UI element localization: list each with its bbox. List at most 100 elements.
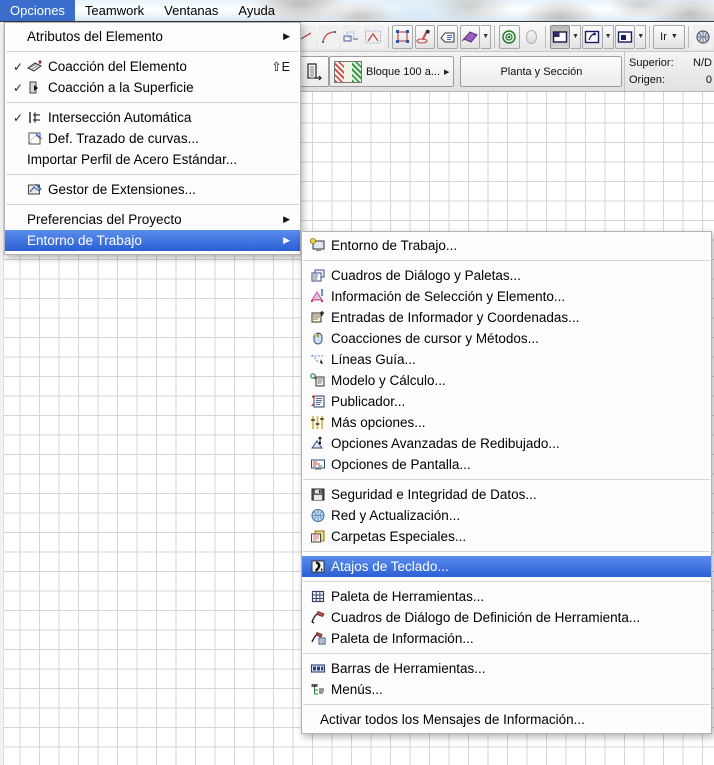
arc-tool-icon[interactable] [318, 24, 339, 49]
menubar-item-teamwork[interactable]: Teamwork [75, 0, 154, 21]
menu-item-label: Barras de Herramientas... [331, 661, 486, 676]
go-button-label: Ir [660, 30, 667, 43]
menu-item-interseccion-automatica[interactable]: ✓ Intersección Automática [5, 107, 300, 128]
menubar-label: Teamwork [84, 3, 145, 18]
menu-item-label: Opciones Avanzadas de Redibujado... [331, 436, 560, 451]
toolbar-separator [494, 25, 496, 48]
menu-item-cuadros-de-dialogo-y-paletas[interactable]: Cuadros de Diálogo y Paletas... [302, 265, 711, 286]
group-tool-icon[interactable] [392, 24, 413, 49]
curve-trace-icon [27, 131, 43, 146]
menu-item-paleta-de-informacion[interactable]: Paleta de Información... [302, 628, 711, 649]
model-view-icon[interactable] [614, 24, 636, 49]
element-panel-label: Bloque 100 a... [366, 65, 441, 78]
menu-item-label: Opciones de Pantalla... [331, 457, 471, 472]
menu-item-def-trazado-de-curvas[interactable]: Def. Trazado de curvas... [5, 128, 300, 149]
roof-tool-icon[interactable] [363, 24, 384, 49]
selection-info-icon [310, 289, 326, 304]
menu-item-label: Importar Perfil de Acero Estándar... [27, 152, 238, 167]
menu-item-publicador[interactable]: Publicador... [302, 391, 711, 412]
menu-item-label: Preferencias del Proyecto [27, 212, 182, 227]
menubar-item-opciones[interactable]: Opciones [0, 0, 75, 21]
data-safety-icon [310, 487, 326, 502]
menu-separator [6, 204, 299, 205]
target-tool-icon[interactable] [499, 24, 520, 49]
menu-item-modelo-y-calculo[interactable]: Modelo y Cálculo... [302, 370, 711, 391]
menu-item-menus[interactable]: Menús... [302, 679, 711, 700]
magic-wand-tool-icon[interactable] [414, 24, 436, 49]
label-tool-icon[interactable] [437, 24, 458, 49]
menu-item-label: Entradas de Informador y Coordenadas... [331, 310, 580, 325]
menubar-label: Ventanas [164, 3, 219, 18]
menu-item-coaccion-del-elemento[interactable]: ✓ Coacción del Elemento ⇧E [5, 56, 300, 77]
menu-item-cuadros-de-dialogo-de-definicion-de-herramienta[interactable]: Cuadros de Diálogo de Definición de Herr… [302, 607, 711, 628]
menu-item-label: Líneas Guía... [331, 352, 416, 367]
menu-item-seguridad-e-integridad-de-datos[interactable]: Seguridad e Integridad de Datos... [302, 484, 711, 505]
menu-item-lineas-guia[interactable]: Líneas Guía... [302, 349, 711, 370]
app-window: ▼ ▼ ▼ ▼ Ir ▼ Bloque 100 a... ▶ Planta y … [0, 0, 714, 765]
morph-tool-icon[interactable] [459, 24, 481, 49]
menu-item-atributos-del-elemento[interactable]: Atributos del Elemento ▶ [5, 26, 300, 47]
model-view-dropdown-caret[interactable]: ▼ [636, 24, 647, 49]
menu-item-paleta-de-herramientas[interactable]: Paleta de Herramientas... [302, 586, 711, 607]
guide-lines-icon [310, 352, 326, 367]
menu-item-activar-todos-los-mensajes[interactable]: Activar todos los Mensajes de Informació… [302, 709, 711, 730]
menu-item-label: Coacción a la Superficie [48, 80, 194, 95]
menu-item-preferencias-del-proyecto[interactable]: Preferencias del Proyecto ▶ [5, 209, 300, 230]
menubar-label: Opciones [10, 3, 65, 18]
menubar-item-ventanas[interactable]: Ventanas [154, 0, 228, 21]
menus-icon [310, 682, 326, 697]
menu-item-label: Coacción del Elemento [48, 59, 187, 74]
menu-item-entradas-de-informador-y-coordenadas[interactable]: Entradas de Informador y Coordenadas... [302, 307, 711, 328]
submenu-arrow-icon: ▶ [283, 31, 290, 41]
check-mark-icon: ✓ [13, 110, 24, 125]
menu-item-opciones-de-pantalla[interactable]: Opciones de Pantalla... [302, 454, 711, 475]
status-origin-value: 0 [705, 73, 712, 86]
menu-item-label: Atributos del Elemento [27, 29, 163, 44]
layer-view-dropdown-caret[interactable]: ▼ [570, 24, 582, 49]
offset-tool-icon[interactable] [340, 24, 362, 49]
menu-item-mas-opciones[interactable]: Más opciones... [302, 412, 711, 433]
menu-bar: Opciones Teamwork Ventanas Ayuda [0, 0, 714, 22]
menu-item-gestor-de-extensiones[interactable]: Gestor de Extensiones... [5, 179, 300, 200]
menu-item-carpetas-especiales[interactable]: Carpetas Especiales... [302, 526, 711, 547]
chevron-right-icon[interactable]: ▶ [444, 68, 449, 76]
mouse-constraints-icon [310, 331, 326, 346]
status-info-box: Superior: N/D Origen: 0 [624, 52, 714, 91]
menu-item-label: Entorno de Trabajo... [331, 238, 458, 253]
menu-item-coaccion-a-la-superficie[interactable]: ✓ Coacción a la Superficie [5, 77, 300, 98]
menu-item-entorno-de-trabajo-dialog[interactable]: Entorno de Trabajo... [302, 235, 711, 256]
status-origin-label: Origen: [629, 73, 666, 86]
toolbar-knob[interactable] [525, 29, 537, 44]
chevron-down-icon: ▼ [670, 33, 678, 40]
go-button[interactable]: Ir ▼ [653, 24, 685, 49]
pen-set-dropdown-caret[interactable]: ▼ [603, 24, 614, 49]
check-mark-icon: ✓ [13, 80, 24, 95]
publisher-icon [310, 394, 326, 409]
menu-item-barras-de-herramientas[interactable]: Barras de Herramientas... [302, 658, 711, 679]
story-selector[interactable] [299, 56, 329, 87]
surface-constraint-icon [27, 80, 43, 95]
pen-set-icon[interactable] [582, 24, 603, 49]
element-composite-selector[interactable]: Bloque 100 a... ▶ [329, 56, 455, 87]
toolbars-icon [310, 661, 326, 676]
morph-tool-dropdown-caret[interactable]: ▼ [481, 24, 492, 49]
menu-item-informacion-de-seleccion-y-elemento[interactable]: Información de Selección y Elemento... [302, 286, 711, 307]
menu-item-red-y-actualizacion[interactable]: Red y Actualización... [302, 505, 711, 526]
menu-separator [303, 551, 710, 552]
globe-tool-icon[interactable] [692, 24, 713, 49]
menu-item-atajos-de-teclado[interactable]: Atajos de Teclado... [302, 556, 711, 577]
layer-view-icon[interactable] [549, 24, 570, 49]
menubar-item-ayuda[interactable]: Ayuda [228, 0, 285, 21]
menu-item-opciones-avanzadas-de-redibujado[interactable]: Opciones Avanzadas de Redibujado... [302, 433, 711, 454]
toolbar-row-secondary: Bloque 100 a... ▶ Planta y Sección Super… [295, 52, 714, 91]
menu-separator [303, 479, 710, 480]
menu-item-coacciones-de-cursor-y-metodos[interactable]: Coacciones de cursor y Métodos... [302, 328, 711, 349]
model-calculation-icon [310, 373, 326, 388]
view-combination-selector[interactable]: Planta y Sección [460, 56, 623, 87]
menu-item-label: Entorno de Trabajo [27, 233, 142, 248]
menu-item-entorno-de-trabajo[interactable]: Entorno de Trabajo ▶ [5, 230, 300, 251]
menu-item-label: Información de Selección y Elemento... [331, 289, 566, 304]
menu-item-label: Activar todos los Mensajes de Informació… [320, 712, 585, 727]
toolbar-separator [387, 25, 389, 48]
menu-item-importar-perfil-de-acero[interactable]: Importar Perfil de Acero Estándar... [5, 149, 300, 170]
